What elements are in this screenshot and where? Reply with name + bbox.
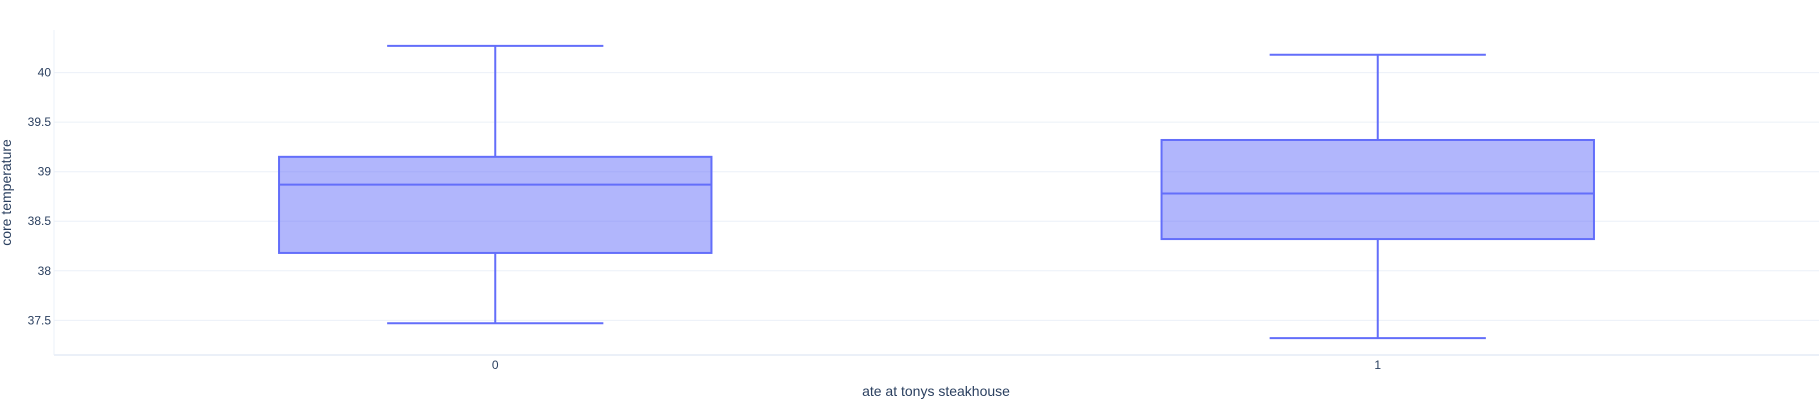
y-tick-label: 40 (38, 66, 52, 80)
x-tick-label: 0 (492, 358, 499, 372)
y-tick-labels: 37.5 38 38.5 39 39.5 40 (28, 66, 52, 328)
box-series (278, 44, 1595, 340)
box-1[interactable] (1160, 53, 1595, 340)
box-0[interactable] (278, 44, 713, 325)
x-tick-labels: 01 (492, 358, 1382, 372)
y-tick-label: 37.5 (28, 313, 52, 327)
box-body (278, 155, 713, 254)
x-tick-label: 1 (1374, 358, 1381, 372)
box-body (1160, 138, 1595, 241)
y-tick-label: 38.5 (28, 214, 52, 228)
y-tick-label: 39 (38, 165, 52, 179)
y-axis-title: core temperature (0, 139, 14, 246)
y-tick-label: 38 (38, 264, 52, 278)
x-axis-title: ate at tonys steakhouse (862, 383, 1010, 399)
y-tick-label: 39.5 (28, 115, 52, 129)
box-plot-chart: 37.53838.53939.540 01 ate at tonys steak… (0, 30, 1819, 399)
